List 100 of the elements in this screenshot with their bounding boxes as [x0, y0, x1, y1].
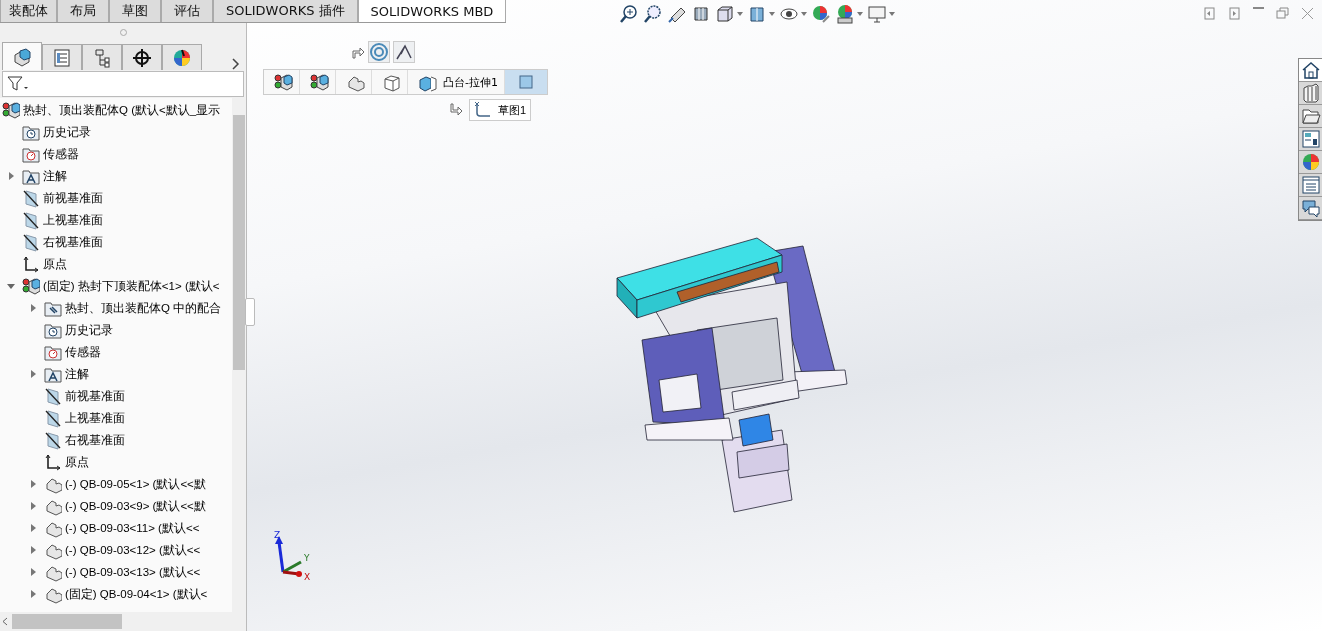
breadcrumb-label[interactable]: 凸台-拉伸1	[443, 74, 498, 90]
folder-tab[interactable]	[1299, 105, 1322, 128]
collapsed-arrow-icon[interactable]	[29, 304, 37, 312]
collapsed-arrow-icon[interactable]	[7, 172, 15, 180]
tree-item[interactable]: 历史记录	[65, 322, 113, 338]
turn-arrow-icon	[351, 45, 365, 59]
forum-tab[interactable]	[1299, 197, 1322, 220]
tree-item[interactable]: 上视基准面	[43, 212, 103, 228]
plane-icon	[44, 408, 62, 428]
color-wheel-icon	[172, 47, 192, 68]
collapsed-arrow-icon[interactable]	[29, 568, 37, 576]
home-tab[interactable]	[1299, 59, 1322, 82]
tree-item[interactable]: 历史记录	[43, 124, 91, 140]
tree-item[interactable]: 注解	[43, 168, 67, 184]
scene-icon[interactable]	[835, 4, 855, 24]
tree-item[interactable]: 热封、顶出装配体Q (默认<默认_显示	[23, 102, 221, 118]
filter-icon	[7, 76, 29, 92]
ribbon-tab[interactable]: 评估	[161, 0, 213, 22]
vertical-scrollbar[interactable]	[232, 98, 246, 612]
sketch-button[interactable]: 草图1	[469, 99, 532, 121]
tree-item[interactable]: 前视基准面	[65, 388, 125, 404]
caret-icon[interactable]	[801, 12, 807, 16]
tree-item[interactable]: (固定) 热封下顶装配体<1> (默认<	[43, 278, 220, 294]
solid-body-icon[interactable]	[382, 72, 401, 92]
square-icon[interactable]	[518, 75, 533, 89]
property-list-icon	[52, 47, 72, 68]
origin-icon	[22, 254, 40, 274]
feature-tree-icon	[12, 46, 32, 67]
tree-item[interactable]: (-) QB-09-05<1> (默认<<默	[65, 476, 206, 492]
tree-item[interactable]: (固定) QB-09-04<1> (默认<	[65, 586, 208, 602]
properties-tab[interactable]	[1299, 174, 1322, 197]
chevron-right-icon[interactable]	[232, 58, 240, 70]
origin-icon	[44, 452, 62, 472]
collapsed-arrow-icon[interactable]	[29, 546, 37, 554]
panel-tab[interactable]	[122, 44, 162, 70]
caret-icon[interactable]	[857, 12, 863, 16]
tree-item[interactable]: 热封、顶出装配体Q 中的配合	[65, 300, 222, 316]
axis-arrows-icon	[275, 536, 302, 577]
collapsed-arrow-icon[interactable]	[29, 480, 37, 488]
previous-window-icon[interactable]	[1203, 7, 1216, 20]
concentric-circles-button[interactable]	[368, 41, 390, 63]
tree-item[interactable]: (-) QB-09-03<9> (默认<<默	[65, 498, 206, 514]
caret-icon[interactable]	[769, 12, 775, 16]
angle-button[interactable]	[393, 41, 415, 63]
assembly-icon[interactable]	[310, 72, 329, 92]
collapsed-arrow-icon[interactable]	[29, 590, 37, 598]
close-icon[interactable]	[1301, 7, 1314, 20]
axis-label: Y	[304, 553, 310, 563]
tree-item[interactable]: 前视基准面	[43, 190, 103, 206]
horizontal-scrollbar-thumb[interactable]	[12, 614, 122, 629]
filter-field[interactable]	[2, 71, 244, 97]
crosshair-icon	[132, 47, 152, 68]
tree-item[interactable]: 原点	[65, 454, 89, 470]
plane-icon	[22, 232, 40, 252]
assembly-icon[interactable]	[274, 72, 293, 92]
color-wheel-pencil-icon[interactable]	[811, 4, 831, 24]
caret-icon[interactable]	[737, 12, 743, 16]
tree-item[interactable]: 注解	[65, 366, 89, 382]
plane-icon	[44, 430, 62, 450]
axis-label: Z	[274, 530, 281, 540]
caret-icon[interactable]	[889, 12, 895, 16]
plane-icon	[44, 386, 62, 406]
sketch-icon	[474, 101, 492, 119]
restore-icon[interactable]	[1276, 7, 1289, 20]
ribbon-tab[interactable]: 装配体	[0, 0, 57, 22]
layout-tab[interactable]	[1299, 128, 1322, 151]
tree-item[interactable]: 右视基准面	[43, 234, 103, 250]
tree-item[interactable]: (-) QB-09-03<12> (默认<<	[65, 542, 201, 558]
tree-item[interactable]: 传感器	[43, 146, 79, 162]
cube-icon[interactable]	[715, 4, 735, 24]
panel-splitter-handle[interactable]	[245, 298, 255, 326]
tree-item[interactable]: (-) QB-09-03<11> (默认<<	[65, 520, 200, 536]
breadcrumb-item[interactable]	[504, 70, 547, 94]
ribbon-tab[interactable]: SOLIDWORKS 插件	[213, 0, 358, 22]
next-window-icon[interactable]	[1228, 7, 1241, 20]
monitor-icon[interactable]	[867, 4, 887, 24]
collapsed-arrow-icon[interactable]	[29, 524, 37, 532]
plane-icon	[22, 188, 40, 208]
axis-label: X	[304, 572, 311, 582]
tree-item[interactable]: 右视基准面	[65, 432, 125, 448]
tree-item[interactable]: 原点	[43, 256, 67, 272]
appearance-tab[interactable]	[1299, 151, 1322, 174]
zoom-area-icon[interactable]	[643, 4, 663, 24]
expanded-arrow-icon[interactable]	[7, 282, 15, 290]
configuration-tree-icon	[92, 47, 112, 68]
plane-icon	[22, 210, 40, 230]
tree-item[interactable]: 上视基准面	[65, 410, 125, 426]
ribbon-tab[interactable]: 草图	[109, 0, 161, 22]
tree-item[interactable]: 传感器	[65, 344, 101, 360]
collapsed-arrow-icon[interactable]	[29, 502, 37, 510]
collapsed-arrow-icon[interactable]	[29, 370, 37, 378]
tree-item[interactable]: (-) QB-09-03<13> (默认<<	[65, 564, 201, 580]
turn-arrow-icon	[449, 103, 463, 117]
zoom-icon[interactable]	[619, 4, 639, 24]
section-view-icon[interactable]	[691, 4, 711, 24]
ribbon-tab[interactable]: SOLIDWORKS MBD	[357, 0, 507, 22]
library-tab[interactable]	[1299, 82, 1322, 105]
box-icon[interactable]	[747, 4, 767, 24]
assembly-icon	[2, 100, 20, 120]
ribbon-tab[interactable]: 布局	[57, 0, 109, 22]
